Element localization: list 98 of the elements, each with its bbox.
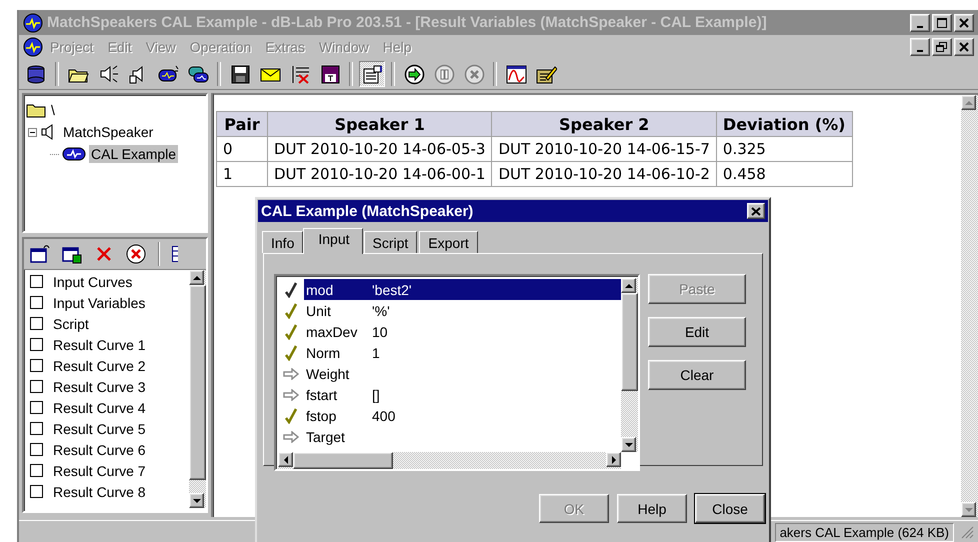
scroll-up-button[interactable] — [961, 95, 976, 110]
checkbox[interactable] — [30, 401, 43, 414]
tree-item[interactable]: \ — [49, 101, 57, 119]
restore-button[interactable] — [932, 38, 952, 56]
maximize-icon — [935, 16, 949, 28]
checkbox[interactable] — [30, 296, 43, 309]
tab[interactable]: Script — [364, 231, 418, 253]
column-header: Speaker 1 — [268, 112, 492, 136]
variable-name[interactable]: maxDev — [304, 324, 372, 340]
checkbox[interactable] — [30, 317, 43, 330]
checkbox[interactable] — [30, 422, 43, 435]
scrollbar[interactable] — [278, 452, 621, 469]
close-icon — [957, 16, 971, 28]
tree-item[interactable]: MatchSpeaker — [61, 123, 156, 141]
list-item-label[interactable]: Result Curve 6 — [53, 442, 146, 458]
restore-icon — [935, 41, 949, 53]
scroll-down-button[interactable] — [189, 493, 204, 508]
cancel-circle-icon[interactable] — [126, 244, 146, 264]
checkbox[interactable] — [30, 485, 43, 498]
variable-name[interactable]: Target — [304, 428, 372, 444]
table-cell: 0.325 — [716, 136, 852, 162]
scrollbar[interactable] — [621, 278, 638, 452]
side-button[interactable]: Edit — [648, 317, 746, 347]
variable-value[interactable]: 1 — [372, 344, 380, 360]
window-title: MatchSpeakers CAL Example - dB-Lab Pro 203.51 - [Result Variables (MatchSpeaker - CAL Example)] — [47, 14, 768, 31]
side-button[interactable]: Clear — [648, 360, 746, 390]
properties-icon[interactable] — [359, 61, 385, 87]
window-arrow-icon[interactable] — [30, 244, 50, 264]
variable-name[interactable]: Weight — [304, 366, 372, 382]
variable-value[interactable]: 400 — [372, 408, 396, 424]
close-button[interactable] — [747, 203, 765, 219]
checkbox[interactable] — [30, 380, 43, 393]
table-cell: 0 — [216, 136, 268, 162]
wave-icon — [62, 147, 86, 161]
list-item-label[interactable]: Script — [53, 316, 89, 332]
list-item-label[interactable]: Input Curves — [53, 274, 132, 290]
close-icon — [957, 41, 971, 53]
list-item-label[interactable]: Result Curve 1 — [53, 336, 146, 352]
table-cell: DUT 2010-10-20 14-06-00-1 — [268, 162, 492, 186]
list-item-label[interactable]: Result Curve 3 — [53, 378, 146, 394]
tab[interactable]: Info — [262, 231, 304, 253]
checkbox[interactable] — [30, 338, 43, 351]
status-text: akers CAL Example (624 KB) — [774, 522, 954, 542]
collapse-toggle[interactable] — [28, 128, 37, 136]
variable-value[interactable]: 'best2' — [372, 282, 412, 298]
scrollbar[interactable] — [961, 95, 978, 517]
list-item-label[interactable]: Result Curve 4 — [53, 400, 146, 416]
scroll-up-button[interactable] — [189, 270, 204, 285]
variable-name[interactable]: Unit — [304, 302, 372, 318]
checkbox[interactable] — [30, 464, 43, 477]
scroll-thumb[interactable] — [293, 452, 393, 469]
scrollbar[interactable] — [189, 270, 206, 508]
variable-name[interactable]: fstop — [304, 408, 372, 424]
list-item-label[interactable]: Result Curve 2 — [53, 358, 146, 374]
list-item-label[interactable]: Result Curve 5 — [53, 420, 146, 436]
scroll-thumb[interactable] — [621, 293, 638, 391]
column-header: Speaker 2 — [492, 112, 716, 136]
scroll-thumb[interactable] — [189, 285, 206, 480]
table-cell: DUT 2010-10-20 14-06-10-2 — [492, 162, 716, 186]
close-icon — [751, 206, 761, 216]
table-cell: 1 — [216, 162, 268, 186]
variable-name[interactable]: Norm — [304, 344, 372, 360]
tab[interactable]: Export — [419, 231, 478, 253]
variable-name[interactable]: fstart — [304, 386, 372, 402]
scroll-right-button[interactable] — [606, 452, 621, 467]
column-header: Deviation (%) — [716, 112, 852, 136]
variable-value[interactable]: '%' — [372, 302, 390, 318]
tree-item[interactable]: CAL Example — [89, 145, 178, 163]
close-button[interactable] — [954, 38, 974, 56]
tab[interactable]: Input — [303, 228, 362, 254]
scroll-down-button[interactable] — [961, 502, 976, 517]
checkbox[interactable] — [30, 443, 43, 456]
variable-name[interactable]: mod — [304, 282, 372, 298]
scroll-up-button[interactable] — [621, 278, 636, 293]
app-logo-icon — [23, 12, 43, 32]
checkbox[interactable] — [30, 275, 43, 288]
minimize-icon — [917, 26, 923, 28]
table-cell: DUT 2010-10-20 14-06-05-3 — [268, 136, 492, 162]
table-cell: 0.458 — [716, 162, 852, 186]
resize-grip-icon[interactable] — [960, 525, 974, 539]
minimize-icon — [917, 50, 923, 52]
scroll-left-button[interactable] — [278, 452, 293, 467]
checkbox[interactable] — [30, 359, 43, 372]
table-cell: DUT 2010-10-20 14-06-15-7 — [492, 136, 716, 162]
list-item-label[interactable]: Result Curve 8 — [53, 484, 146, 500]
column-header: Pair — [216, 112, 268, 136]
variable-value[interactable]: [] — [372, 386, 380, 402]
list-item-label[interactable]: Input Variables — [53, 294, 146, 310]
minimize-button[interactable] — [910, 38, 930, 56]
dialog-button[interactable]: Close — [695, 494, 765, 523]
document-icon[interactable] — [23, 37, 43, 57]
scroll-down-button[interactable] — [621, 437, 636, 452]
variable-value[interactable]: 10 — [372, 324, 388, 340]
list-item-label[interactable]: Result Curve 7 — [53, 462, 146, 478]
folder-icon — [26, 102, 46, 118]
dialog-title: CAL Example (MatchSpeaker) — [261, 202, 474, 220]
list-view-icon[interactable] — [172, 244, 178, 264]
dialog-button[interactable]: Help — [617, 494, 687, 523]
